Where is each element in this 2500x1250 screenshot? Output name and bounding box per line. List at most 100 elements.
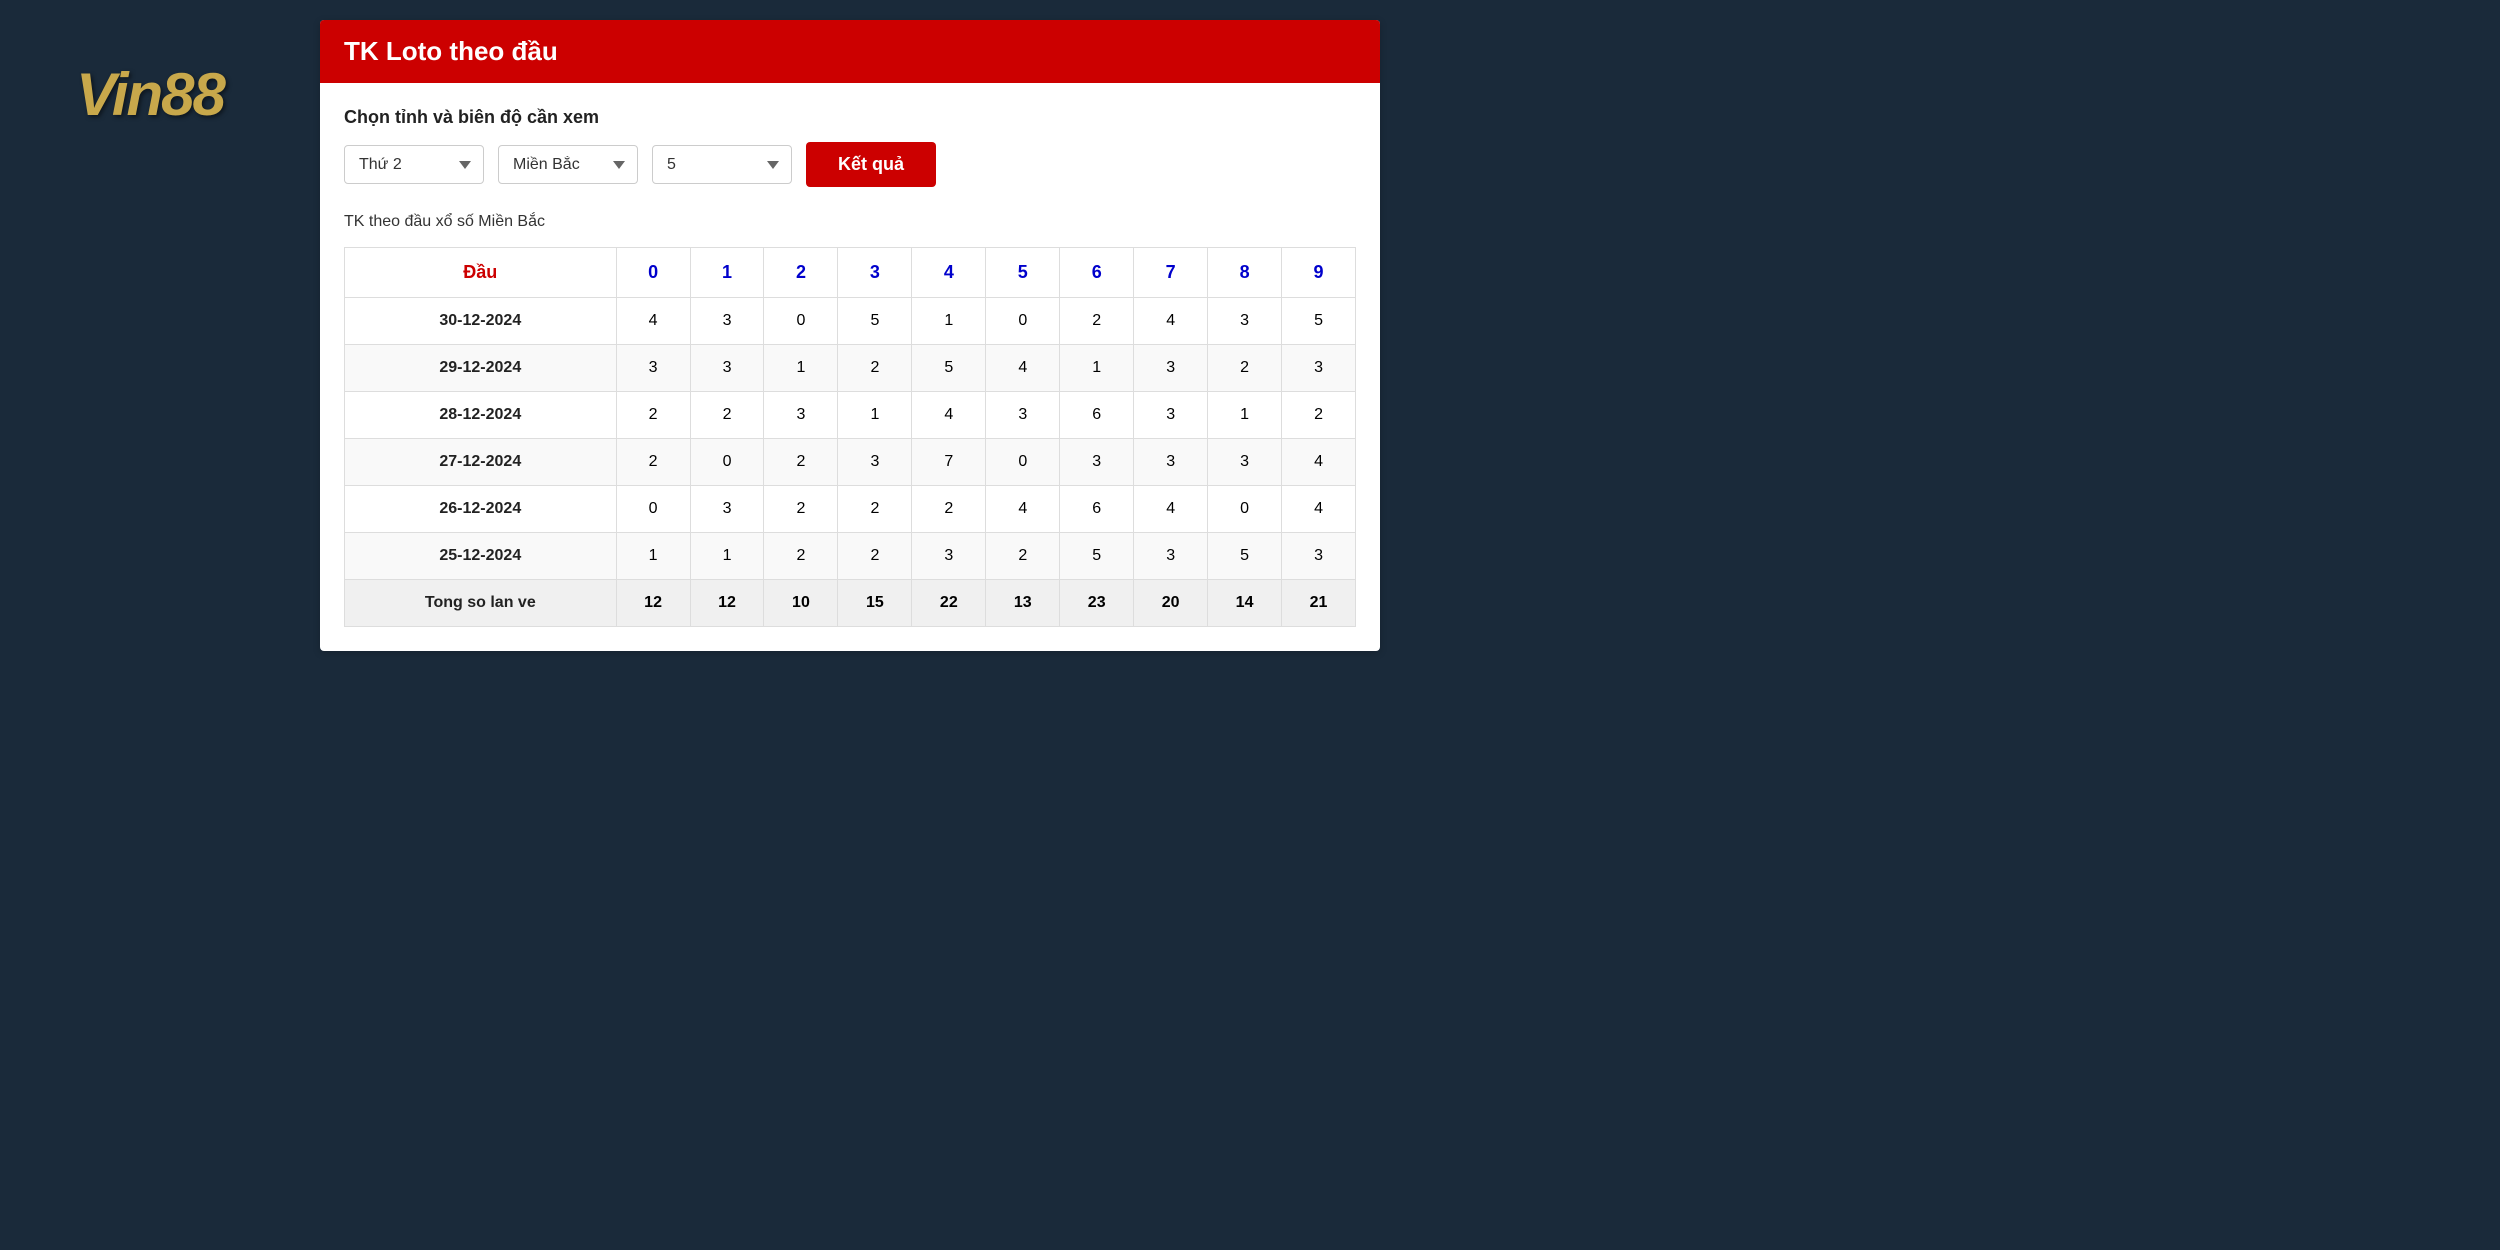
table-row: 25-12-20241122325353 xyxy=(345,533,1356,580)
cell-value-1: 3 xyxy=(690,298,764,345)
cell-value-8: 0 xyxy=(1208,486,1282,533)
table-subtitle: TK theo đầu xổ số Miền Bắc xyxy=(344,207,1356,237)
table-section: TK theo đầu xổ số Miền Bắc Đầu 0 1 2 3 4… xyxy=(344,207,1356,627)
cell-value-5: 4 xyxy=(986,345,1060,392)
cell-value-2: 3 xyxy=(764,392,838,439)
total-value-3: 15 xyxy=(838,580,912,627)
cell-value-3: 2 xyxy=(838,533,912,580)
table-row: 30-12-20244305102435 xyxy=(345,298,1356,345)
th-2: 2 xyxy=(764,248,838,298)
filter-label: Chọn tỉnh và biên độ cần xem xyxy=(344,107,1356,128)
cell-value-5: 2 xyxy=(986,533,1060,580)
cell-value-7: 3 xyxy=(1134,392,1208,439)
table-body: 30-12-2024430510243529-12-20243312541323… xyxy=(345,298,1356,627)
cell-value-7: 3 xyxy=(1134,439,1208,486)
cell-value-3: 2 xyxy=(838,486,912,533)
total-value-4: 22 xyxy=(912,580,986,627)
cell-value-6: 2 xyxy=(1060,298,1134,345)
region-select[interactable]: Miền Bắc Miền Trung Miền Nam xyxy=(498,145,638,184)
cell-value-5: 0 xyxy=(986,439,1060,486)
cell-value-9: 5 xyxy=(1282,298,1356,345)
total-value-0: 12 xyxy=(616,580,690,627)
th-8: 8 xyxy=(1208,248,1282,298)
cell-value-1: 2 xyxy=(690,392,764,439)
th-dau: Đầu xyxy=(345,248,617,298)
cell-value-6: 6 xyxy=(1060,392,1134,439)
cell-value-3: 5 xyxy=(838,298,912,345)
cell-date: 27-12-2024 xyxy=(345,439,617,486)
cell-value-5: 0 xyxy=(986,298,1060,345)
table-row: 28-12-20242231436312 xyxy=(345,392,1356,439)
th-7: 7 xyxy=(1134,248,1208,298)
sidebar: Vin88 xyxy=(0,0,300,1250)
cell-value-2: 0 xyxy=(764,298,838,345)
th-1: 1 xyxy=(690,248,764,298)
logo-v: V xyxy=(76,61,112,128)
cell-value-4: 7 xyxy=(912,439,986,486)
total-value-6: 23 xyxy=(1060,580,1134,627)
cell-value-7: 3 xyxy=(1134,345,1208,392)
result-button[interactable]: Kết quả xyxy=(806,142,936,187)
cell-value-4: 2 xyxy=(912,486,986,533)
logo: Vin88 xyxy=(76,60,224,129)
total-value-7: 20 xyxy=(1134,580,1208,627)
data-table: Đầu 0 1 2 3 4 5 6 7 8 9 xyxy=(344,247,1356,627)
day-select[interactable]: Thứ 2 Thứ 3 Thứ 4 Thứ 5 Thứ 6 Thứ 7 Chủ … xyxy=(344,145,484,184)
cell-value-2: 2 xyxy=(764,486,838,533)
cell-value-0: 0 xyxy=(616,486,690,533)
cell-date: 30-12-2024 xyxy=(345,298,617,345)
card-header: TK Loto theo đầu xyxy=(320,20,1380,83)
cell-value-4: 4 xyxy=(912,392,986,439)
total-value-8: 14 xyxy=(1208,580,1282,627)
total-value-2: 10 xyxy=(764,580,838,627)
cell-value-3: 2 xyxy=(838,345,912,392)
cell-value-1: 0 xyxy=(690,439,764,486)
cell-value-6: 5 xyxy=(1060,533,1134,580)
cell-value-9: 2 xyxy=(1282,392,1356,439)
total-value-9: 21 xyxy=(1282,580,1356,627)
total-label: Tong so lan ve xyxy=(345,580,617,627)
filter-controls: Thứ 2 Thứ 3 Thứ 4 Thứ 5 Thứ 6 Thứ 7 Chủ … xyxy=(344,142,1356,187)
cell-value-0: 4 xyxy=(616,298,690,345)
cell-value-2: 2 xyxy=(764,439,838,486)
th-4: 4 xyxy=(912,248,986,298)
th-9: 9 xyxy=(1282,248,1356,298)
table-row: 26-12-20240322246404 xyxy=(345,486,1356,533)
cell-value-6: 6 xyxy=(1060,486,1134,533)
cell-date: 29-12-2024 xyxy=(345,345,617,392)
th-6: 6 xyxy=(1060,248,1134,298)
table-row: 29-12-20243312541323 xyxy=(345,345,1356,392)
cell-value-0: 1 xyxy=(616,533,690,580)
cell-value-0: 3 xyxy=(616,345,690,392)
cell-value-7: 4 xyxy=(1134,298,1208,345)
cell-date: 28-12-2024 xyxy=(345,392,617,439)
table-row: 27-12-20242023703334 xyxy=(345,439,1356,486)
cell-value-7: 4 xyxy=(1134,486,1208,533)
card: TK Loto theo đầu Chọn tỉnh và biên độ cầ… xyxy=(320,20,1380,651)
cell-value-4: 3 xyxy=(912,533,986,580)
number-select[interactable]: 3 4 5 6 7 xyxy=(652,145,792,184)
cell-date: 25-12-2024 xyxy=(345,533,617,580)
table-header-row: Đầu 0 1 2 3 4 5 6 7 8 9 xyxy=(345,248,1356,298)
cell-value-6: 1 xyxy=(1060,345,1134,392)
cell-value-8: 3 xyxy=(1208,298,1282,345)
cell-value-8: 3 xyxy=(1208,439,1282,486)
cell-value-2: 2 xyxy=(764,533,838,580)
card-body: Chọn tỉnh và biên độ cần xem Thứ 2 Thứ 3… xyxy=(320,83,1380,651)
cell-value-4: 1 xyxy=(912,298,986,345)
cell-value-6: 3 xyxy=(1060,439,1134,486)
main-content: TK Loto theo đầu Chọn tỉnh và biên độ cầ… xyxy=(300,0,1400,671)
cell-value-8: 1 xyxy=(1208,392,1282,439)
logo-in88: in88 xyxy=(112,61,224,128)
filter-section: Chọn tỉnh và biên độ cần xem Thứ 2 Thứ 3… xyxy=(344,107,1356,187)
cell-value-1: 3 xyxy=(690,486,764,533)
cell-value-9: 4 xyxy=(1282,439,1356,486)
cell-value-9: 3 xyxy=(1282,533,1356,580)
total-value-1: 12 xyxy=(690,580,764,627)
th-0: 0 xyxy=(616,248,690,298)
th-5: 5 xyxy=(986,248,1060,298)
cell-value-3: 3 xyxy=(838,439,912,486)
cell-value-8: 5 xyxy=(1208,533,1282,580)
cell-value-3: 1 xyxy=(838,392,912,439)
cell-value-5: 4 xyxy=(986,486,1060,533)
